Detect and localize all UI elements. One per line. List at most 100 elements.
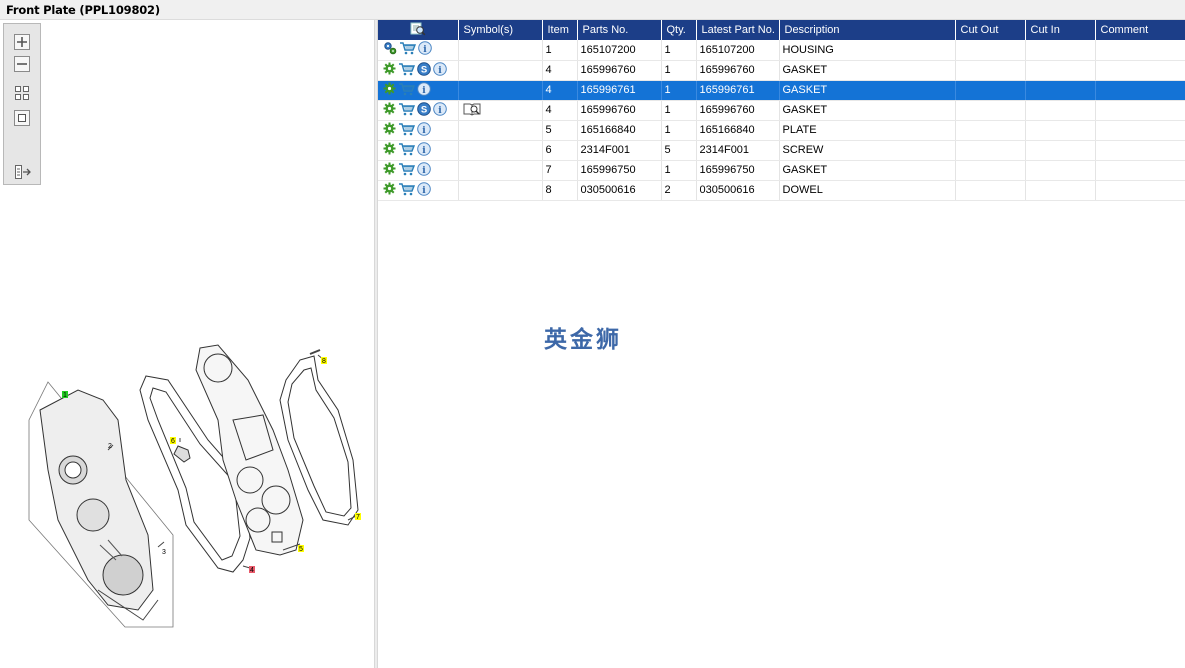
info-icon[interactable]: i <box>417 81 431 99</box>
callout-8[interactable]: 8 <box>322 358 326 365</box>
info-icon[interactable]: i <box>418 41 432 58</box>
qty-cell: 1 <box>661 80 697 101</box>
svg-text:S: S <box>421 64 427 75</box>
callout-1[interactable]: 1 <box>63 392 67 399</box>
symbol-cell <box>458 140 543 161</box>
info-icon[interactable]: i <box>433 101 447 119</box>
gear-icon[interactable] <box>383 142 396 158</box>
cut-in-cell <box>1025 120 1096 141</box>
comment-cell <box>1095 100 1185 121</box>
qty-cell: 1 <box>661 100 697 121</box>
table-row[interactable]: i 7 165996750 1 165996750 GASKET <box>378 160 1185 181</box>
item-cell: 4 <box>542 80 578 101</box>
callout-3[interactable]: 3 <box>162 549 166 556</box>
supersession-icon[interactable]: S <box>417 61 431 79</box>
table-row[interactable]: i 1 165107200 1 165107200 HOUSING <box>378 40 1185 61</box>
svg-text:i: i <box>422 125 426 135</box>
column-header-symbols[interactable]: Symbol(s) <box>458 20 543 40</box>
table-header-row: Symbol(s) Item Parts No. Qty. Latest Par… <box>378 20 1185 40</box>
info-icon[interactable]: i <box>417 121 431 139</box>
info-icon[interactable]: i <box>417 181 431 199</box>
search-icon[interactable] <box>410 22 426 39</box>
parts-table: Symbol(s) Item Parts No. Qty. Latest Par… <box>378 20 1185 201</box>
book-icon[interactable] <box>462 102 481 119</box>
info-icon[interactable]: i <box>417 141 431 159</box>
window-title: Front Plate (PPL109802) <box>6 3 160 17</box>
column-header-comment[interactable]: Comment <box>1095 20 1185 40</box>
callout-5[interactable]: 5 <box>299 546 303 553</box>
callout-2[interactable]: 2 <box>108 443 112 450</box>
description-cell: GASKET <box>779 100 956 121</box>
table-row[interactable]: Si 4 165996760 1 165996760 GASKET <box>378 60 1185 81</box>
gear-icon[interactable] <box>383 182 396 198</box>
qty-cell: 1 <box>661 120 697 141</box>
table-row[interactable]: i 5 165166840 1 165166840 PLATE <box>378 120 1185 141</box>
symbol-cell <box>458 160 543 181</box>
svg-text:i: i <box>422 165 426 175</box>
info-icon[interactable]: i <box>433 61 447 79</box>
item-cell: 4 <box>542 100 578 121</box>
row-actions-cell: i <box>378 80 459 101</box>
description-cell: GASKET <box>779 80 956 101</box>
item-cell: 6 <box>542 140 578 161</box>
gear-icon[interactable] <box>383 122 396 138</box>
supersession-icon[interactable]: S <box>417 101 431 119</box>
cart-icon[interactable] <box>398 142 416 159</box>
latest-part-number-cell: 165166840 <box>696 120 780 141</box>
illustration-pane[interactable]: 1 2 3 4 5 6 7 8 <box>0 20 374 668</box>
cart-icon[interactable] <box>398 122 416 139</box>
column-header-latest-part-no[interactable]: Latest Part No. <box>696 20 780 40</box>
actual-size-icon[interactable] <box>14 110 30 126</box>
exploded-parts-diagram[interactable]: 1 2 3 4 5 6 7 8 <box>18 320 368 640</box>
cart-icon[interactable] <box>398 62 416 79</box>
gear-icon[interactable] <box>383 162 396 178</box>
gear-icon[interactable] <box>383 62 396 78</box>
gear-icon[interactable] <box>383 102 396 118</box>
callout-7[interactable]: 7 <box>356 514 360 521</box>
column-header-actions[interactable] <box>378 20 459 40</box>
fit-all-icon[interactable] <box>14 85 30 101</box>
part-number-cell: 030500616 <box>577 180 662 201</box>
column-header-item[interactable]: Item <box>542 20 578 40</box>
callout-6[interactable]: 6 <box>171 438 175 445</box>
row-actions-cell: i <box>378 180 459 201</box>
info-icon[interactable]: i <box>417 161 431 179</box>
export-icon[interactable] <box>14 164 31 180</box>
cart-icon[interactable] <box>398 82 416 99</box>
table-row[interactable]: i 8 030500616 2 030500616 DOWEL <box>378 180 1185 201</box>
zoom-out-icon[interactable] <box>14 56 30 72</box>
cut-in-cell <box>1025 80 1096 101</box>
table-row[interactable]: i 6 2314F001 5 2314F001 SCREW <box>378 140 1185 161</box>
column-header-parts-no[interactable]: Parts No. <box>577 20 662 40</box>
cart-icon[interactable] <box>398 162 416 179</box>
comment-cell <box>1095 160 1185 181</box>
zoom-in-icon[interactable] <box>14 34 30 50</box>
column-header-cut-out[interactable]: Cut Out <box>955 20 1026 40</box>
table-row[interactable]: Si 4 165996760 1 165996760 GASKET <box>378 100 1185 121</box>
cart-icon[interactable] <box>399 41 417 58</box>
row-actions-cell: i <box>378 40 459 61</box>
cut-in-cell <box>1025 140 1096 161</box>
column-header-description[interactable]: Description <box>779 20 956 40</box>
callout-4[interactable]: 4 <box>250 567 254 574</box>
cart-icon[interactable] <box>398 182 416 199</box>
cut-out-cell <box>955 160 1026 181</box>
part-number-cell: 165166840 <box>577 120 662 141</box>
item-cell: 5 <box>542 120 578 141</box>
table-row[interactable]: i 4 165996761 1 165996761 GASKET <box>378 80 1185 101</box>
column-header-cut-in[interactable]: Cut In <box>1025 20 1096 40</box>
qty-cell: 1 <box>661 40 697 61</box>
row-actions-cell: i <box>378 160 459 181</box>
part-number-cell: 165996750 <box>577 160 662 181</box>
comment-cell <box>1095 60 1185 81</box>
cut-out-cell <box>955 80 1026 101</box>
item-cell: 8 <box>542 180 578 201</box>
gear-icon[interactable] <box>383 82 396 98</box>
cut-out-cell <box>955 60 1026 81</box>
symbol-cell <box>458 40 543 61</box>
cart-icon[interactable] <box>398 102 416 119</box>
svg-text:i: i <box>438 105 442 115</box>
column-header-qty[interactable]: Qty. <box>661 20 697 40</box>
gears-icon[interactable] <box>383 41 397 58</box>
qty-cell: 1 <box>661 160 697 181</box>
